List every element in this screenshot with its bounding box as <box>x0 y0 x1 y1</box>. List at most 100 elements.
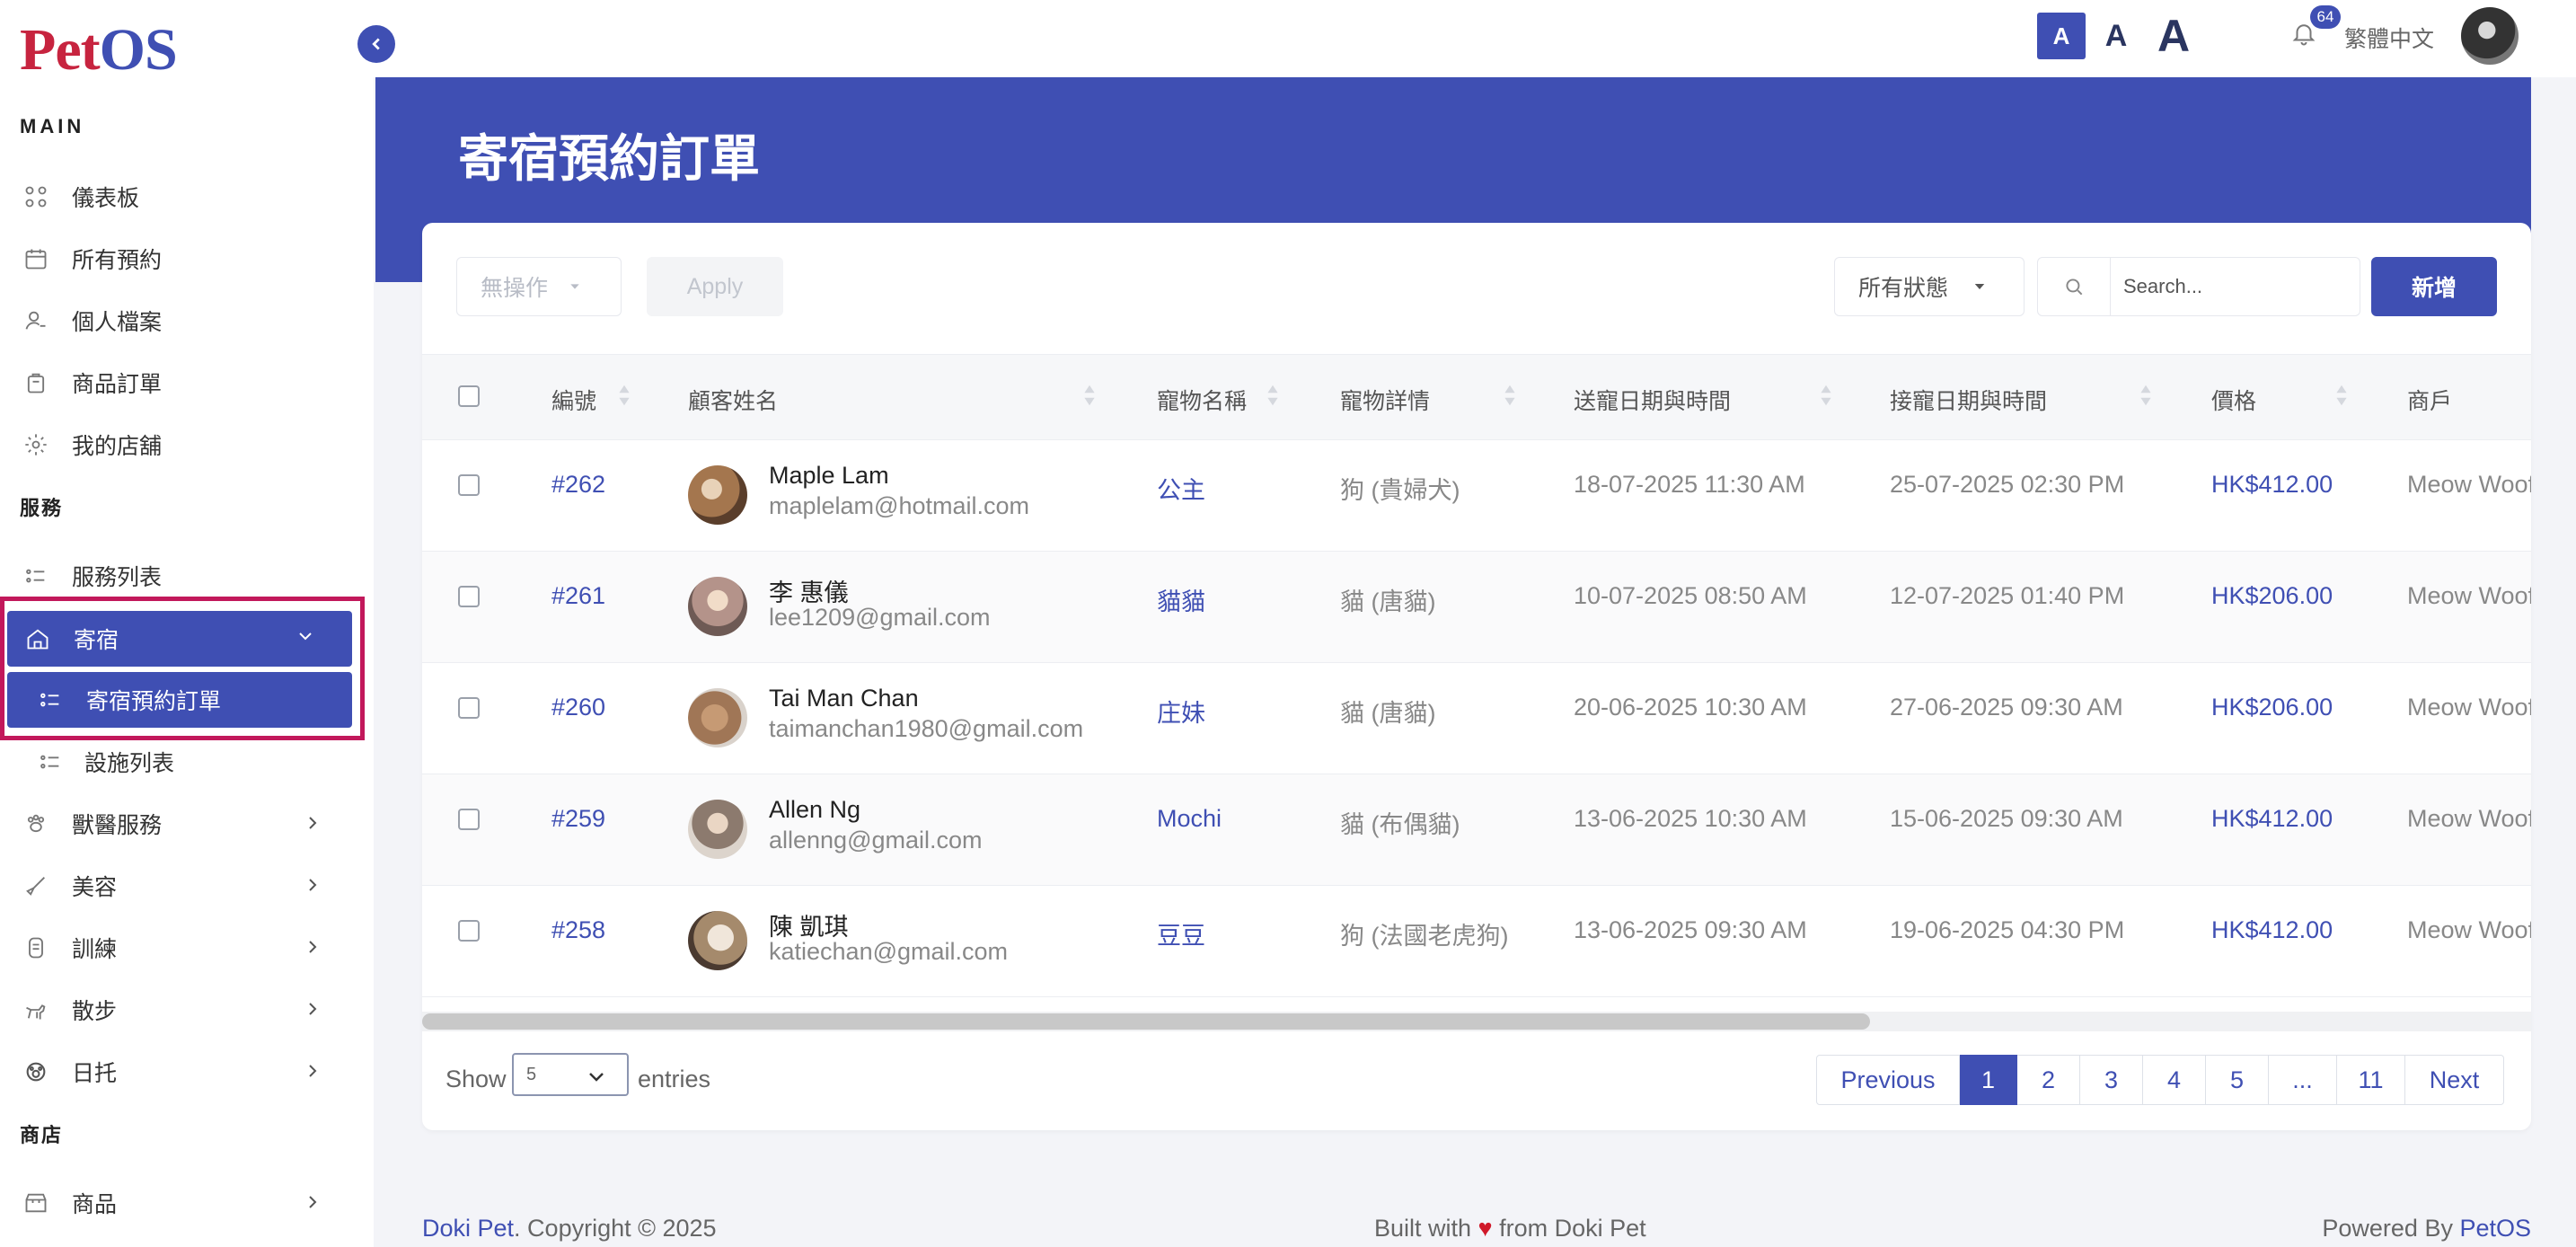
dropoff-datetime: 10-07-2025 08:50 AM <box>1574 582 1807 609</box>
customer-name: Allen Ng <box>769 796 861 823</box>
pet-name-link[interactable]: 庄妹 <box>1157 694 1205 729</box>
petos-logo[interactable]: PetOS <box>20 16 178 84</box>
sort-icon[interactable] <box>2335 382 2348 409</box>
pickup-datetime: 19-06-2025 04:30 PM <box>1890 916 2125 943</box>
top-bar <box>374 0 2576 77</box>
order-id-link[interactable]: #260 <box>551 694 605 721</box>
col-header-customer[interactable]: 顧客姓名 <box>688 384 778 416</box>
col-header-pet-detail[interactable]: 寵物詳情 <box>1340 384 1430 416</box>
order-id-link[interactable]: #261 <box>551 582 605 610</box>
horizontal-scrollbar[interactable] <box>422 1012 2531 1031</box>
order-id-link[interactable]: #262 <box>551 471 605 499</box>
order-id-link[interactable]: #258 <box>551 916 605 944</box>
sidebar-item-training[interactable]: 訓練 <box>0 922 359 974</box>
col-header-merchant[interactable]: 商戶 <box>2407 384 2452 416</box>
chevron-right-icon <box>309 879 317 891</box>
pagination-page-5[interactable]: 5 <box>2206 1055 2269 1105</box>
row-checkbox[interactable] <box>458 474 480 496</box>
pickup-datetime: 27-06-2025 09:30 AM <box>1890 694 2123 721</box>
sort-icon[interactable] <box>2139 382 2152 409</box>
sort-icon[interactable] <box>1266 382 1279 409</box>
order-id-link[interactable]: #259 <box>551 805 605 833</box>
apply-button[interactable]: Apply <box>647 257 783 316</box>
font-size-large-button[interactable]: A <box>2148 11 2199 61</box>
pagination-page-2[interactable]: 2 <box>2017 1055 2080 1105</box>
sidebar-item-boarding[interactable]: 寄宿 <box>7 611 352 667</box>
font-size-medium-button[interactable]: A <box>2098 13 2134 59</box>
entries-label: entries <box>638 1066 711 1092</box>
sidebar-item-facilities[interactable]: 設施列表 <box>0 736 359 788</box>
pet-detail: 狗 (貴婦犬) <box>1340 477 1460 504</box>
col-header-pickup[interactable]: 接寵日期與時間 <box>1890 384 2047 416</box>
price: HK$206.00 <box>2211 694 2333 721</box>
sidebar-item-dashboard[interactable]: 儀表板 <box>0 171 359 223</box>
font-size-small-button[interactable]: A <box>2037 13 2086 59</box>
price: HK$412.00 <box>2211 471 2333 498</box>
sidebar-item-profile[interactable]: 個人檔案 <box>0 295 359 347</box>
pet-detail: 貓 (唐貓) <box>1340 700 1436 727</box>
pagination-next[interactable]: Next <box>2405 1055 2504 1105</box>
sidebar-item-products[interactable]: 商品 <box>0 1177 359 1229</box>
pet-detail: 狗 (法國老虎狗) <box>1340 923 1509 950</box>
pet-name-link[interactable]: 豆豆 <box>1157 916 1205 951</box>
sidebar-item-daycare[interactable]: 日托 <box>0 1046 359 1098</box>
sort-icon[interactable] <box>618 382 631 409</box>
col-header-price[interactable]: 價格 <box>2211 384 2256 416</box>
customer-avatar <box>688 465 747 525</box>
sidebar-item-grooming[interactable]: 美容 <box>0 860 359 912</box>
pet-name-link[interactable]: Mochi <box>1157 805 1222 833</box>
col-header-id[interactable]: 編號 <box>551 384 596 416</box>
pagination-page-3[interactable]: 3 <box>2080 1055 2143 1105</box>
search-input[interactable] <box>2111 257 2360 316</box>
merchant: Meow Woof <box>2407 805 2531 832</box>
sidebar-item-all-bookings[interactable]: 所有預約 <box>0 233 359 285</box>
status-filter-select[interactable]: 所有狀態 <box>1834 257 2025 316</box>
sidebar-item-vet[interactable]: 獸醫服務 <box>0 798 359 850</box>
row-checkbox[interactable] <box>458 920 480 942</box>
petos-link[interactable]: PetOS <box>2459 1215 2531 1242</box>
pagination-previous[interactable]: Previous <box>1816 1055 1960 1105</box>
row-checkbox[interactable] <box>458 697 480 719</box>
sort-icon[interactable] <box>1083 382 1096 409</box>
sort-icon[interactable] <box>1504 382 1516 409</box>
page-title: 寄宿預約訂單 <box>458 130 760 187</box>
avatar[interactable] <box>2461 7 2519 65</box>
sidebar-item-service-list[interactable]: 服務列表 <box>0 550 359 602</box>
select-all-checkbox[interactable] <box>458 385 480 407</box>
table-header: 編號 顧客姓名 寵物名稱 寵物詳情 送寵日期與時間 接寵日期與時間 價格 商戶 <box>422 354 2531 440</box>
table-row: #259 Allen Ng allenng@gmail.com Mochi 貓 … <box>422 774 2531 886</box>
col-header-pet-name[interactable]: 寵物名稱 <box>1157 384 1247 416</box>
add-button[interactable]: 新增 <box>2371 257 2497 316</box>
customer-email: taimanchan1980@gmail.com <box>769 715 1084 742</box>
caret-down-icon <box>570 284 579 289</box>
pagination-page-1[interactable]: 1 <box>1960 1055 2017 1105</box>
calendar-icon <box>23 246 49 271</box>
sidebar-item-boarding-orders[interactable]: 寄宿預約訂單 <box>7 672 352 728</box>
chevron-right-icon <box>309 817 317 829</box>
chevron-right-icon <box>309 1065 317 1077</box>
scrollbar-thumb[interactable] <box>422 1013 1870 1030</box>
sidebar-item-my-store[interactable]: 我的店舖 <box>0 419 359 471</box>
footer-brand-link[interactable]: Doki Pet <box>422 1215 514 1242</box>
sidebar-item-walking[interactable]: 散步 <box>0 984 359 1036</box>
bulk-action-select[interactable]: 無操作 <box>456 257 622 316</box>
language-switcher[interactable]: 繁體中文 <box>2344 22 2434 54</box>
customer-name: Tai Man Chan <box>769 685 919 712</box>
paw-sun-icon <box>23 1059 49 1084</box>
section-shop-label: 商店 <box>20 1124 64 1146</box>
entries-per-page-select[interactable]: 5 <box>512 1053 629 1096</box>
pet-name-link[interactable]: 公主 <box>1157 471 1205 506</box>
collapse-sidebar-button[interactable] <box>357 25 395 63</box>
pet-name-link[interactable]: 貓貓 <box>1157 582 1205 617</box>
sort-icon[interactable] <box>1820 382 1832 409</box>
grid-icon <box>23 184 49 209</box>
col-header-dropoff[interactable]: 送寵日期與時間 <box>1574 384 1731 416</box>
list-icon <box>38 687 63 712</box>
sidebar-item-product-orders[interactable]: 商品訂單 <box>0 357 359 409</box>
pagination-page-4[interactable]: 4 <box>2143 1055 2206 1105</box>
row-checkbox[interactable] <box>458 809 480 830</box>
pagination-page-11[interactable]: 11 <box>2337 1055 2405 1105</box>
merchant: Meow Woof <box>2407 582 2531 609</box>
row-checkbox[interactable] <box>458 586 480 607</box>
search-icon-box[interactable] <box>2037 257 2111 316</box>
